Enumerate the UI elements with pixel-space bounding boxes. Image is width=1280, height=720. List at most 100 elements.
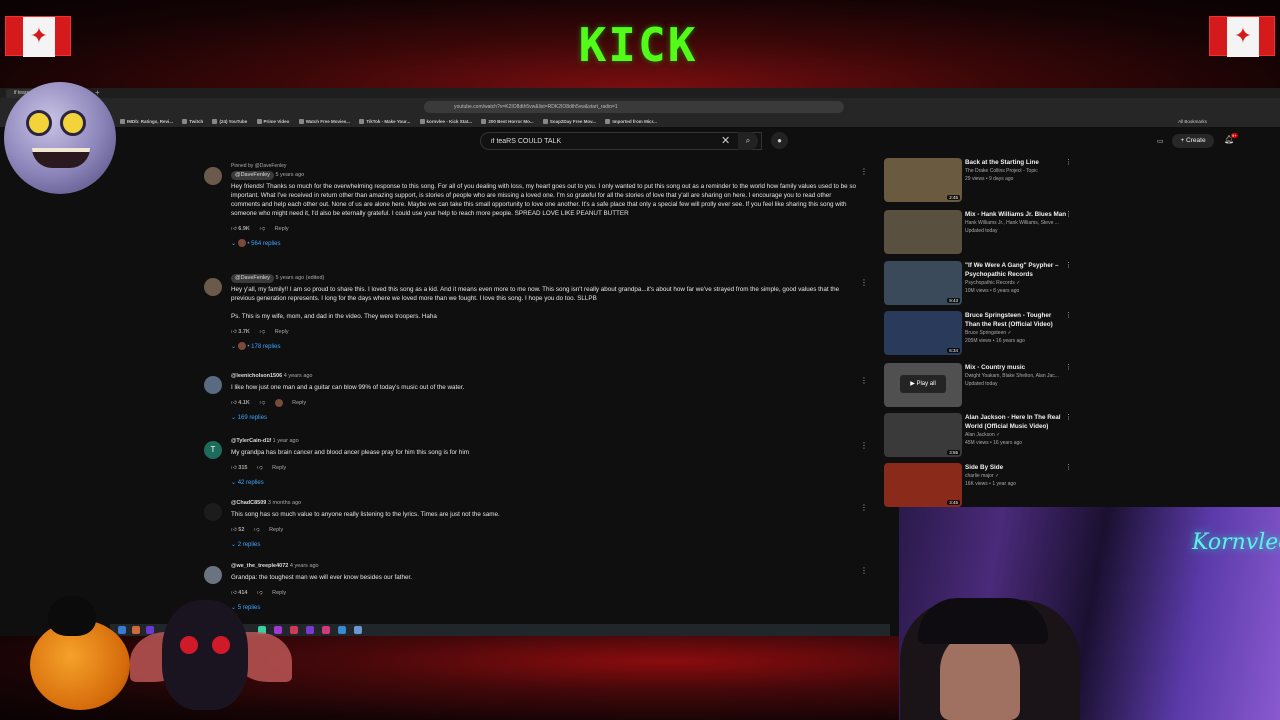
video-menu-icon[interactable]: ⋮ bbox=[1065, 158, 1072, 166]
view-replies-button[interactable]: ⌄ • 178 replies bbox=[231, 342, 856, 352]
view-replies-button[interactable]: ⌄ 5 replies bbox=[231, 603, 856, 613]
like-button[interactable]: 👍︎ 3.7K bbox=[231, 327, 250, 337]
like-button[interactable]: 👍︎ 4.1K bbox=[231, 398, 250, 408]
video-channel[interactable]: The Drake Collins Project - Topic bbox=[965, 167, 1067, 175]
comment-time[interactable]: 4 years ago bbox=[284, 373, 313, 379]
video-title[interactable]: Mix - Hank Williams Jr. Blues Man bbox=[965, 210, 1067, 219]
video-thumbnail[interactable] bbox=[884, 210, 962, 254]
comment-menu-icon[interactable]: ⋮ bbox=[860, 566, 868, 575]
clear-search-icon[interactable]: ✕ bbox=[721, 134, 730, 147]
video-title[interactable]: Side By Side bbox=[965, 463, 1067, 472]
related-video[interactable]: 6:34 Bruce Springsteen - Tougher Than th… bbox=[882, 311, 1077, 357]
avatar[interactable] bbox=[204, 566, 222, 584]
bookmark-item[interactable]: TikTok - Make Your... bbox=[359, 116, 410, 127]
like-button[interactable]: 👍︎ 52 bbox=[231, 525, 244, 535]
comment-time[interactable]: 4 years ago bbox=[290, 563, 319, 569]
view-replies-button[interactable]: ⌄ 42 replies bbox=[231, 478, 856, 488]
like-button[interactable]: 👍︎ 6.9K bbox=[231, 224, 250, 234]
voice-search-button[interactable]: ● bbox=[771, 132, 788, 149]
reply-button[interactable]: Reply bbox=[269, 525, 283, 535]
all-bookmarks-item[interactable]: All Bookmarks bbox=[1178, 116, 1207, 127]
video-channel[interactable]: Dwight Yoakam, Blake Shelton, Alan Jac..… bbox=[965, 372, 1067, 380]
video-thumbnail[interactable]: ▶ Play all bbox=[884, 363, 962, 407]
cast-icon[interactable]: ▭ bbox=[1157, 137, 1164, 145]
video-thumbnail[interactable]: 9:43 bbox=[884, 261, 962, 305]
view-replies-button[interactable]: ⌄ 169 replies bbox=[231, 413, 856, 423]
view-replies-button[interactable]: ⌄ • 564 replies bbox=[231, 239, 856, 249]
like-button[interactable]: 👍︎ 315 bbox=[231, 463, 247, 473]
video-title[interactable]: Bruce Springsteen - Tougher Than the Res… bbox=[965, 311, 1067, 329]
bookmark-item[interactable]: 200 Best Horror Mo... bbox=[481, 116, 534, 127]
comment-time[interactable]: 1 year ago bbox=[273, 438, 299, 444]
video-thumbnail[interactable]: 6:34 bbox=[884, 311, 962, 355]
app-icon[interactable] bbox=[338, 626, 346, 634]
related-video[interactable]: 3:55 Alan Jackson - Here In The Real Wor… bbox=[882, 413, 1077, 459]
app-icon[interactable] bbox=[306, 626, 314, 634]
search-input[interactable] bbox=[491, 135, 711, 148]
video-channel[interactable]: Hank Williams Jr., Hank Williams, Steve … bbox=[965, 219, 1067, 227]
related-video[interactable]: 9:43 "If We Were A Gang" Psypher – Psych… bbox=[882, 261, 1077, 307]
avatar[interactable] bbox=[204, 503, 222, 521]
comment-menu-icon[interactable]: ⋮ bbox=[860, 441, 868, 450]
video-menu-icon[interactable]: ⋮ bbox=[1065, 413, 1072, 421]
comment-author[interactable]: @DaveFenley bbox=[231, 171, 274, 180]
video-menu-icon[interactable]: ⋮ bbox=[1065, 463, 1072, 471]
bookmark-item[interactable]: Watch Free Movies... bbox=[298, 116, 350, 127]
reply-button[interactable]: Reply bbox=[275, 224, 289, 234]
video-title[interactable]: Alan Jackson - Here In The Real World (O… bbox=[965, 413, 1067, 431]
dislike-icon[interactable]: 👎︎ bbox=[259, 398, 265, 408]
related-video[interactable]: ▶ Play all Mix - Country music Dwight Yoa… bbox=[882, 363, 1077, 409]
comment-time[interactable]: 3 months ago bbox=[268, 500, 301, 506]
view-replies-button[interactable]: ⌄ 2 replies bbox=[231, 540, 856, 550]
reply-button[interactable]: Reply bbox=[272, 463, 286, 473]
avatar[interactable] bbox=[204, 376, 222, 394]
comment-author[interactable]: @ChadC8509 bbox=[231, 500, 266, 506]
dislike-icon[interactable]: 👎︎ bbox=[259, 327, 265, 337]
video-menu-icon[interactable]: ⋮ bbox=[1065, 261, 1072, 269]
create-button[interactable]: + Create bbox=[1172, 134, 1214, 148]
play-all-button[interactable]: ▶ Play all bbox=[900, 375, 946, 393]
app-icon[interactable] bbox=[274, 626, 282, 634]
comment-menu-icon[interactable]: ⋮ bbox=[860, 278, 868, 287]
video-channel[interactable]: Bruce Springsteen ✓ bbox=[965, 329, 1067, 337]
dislike-icon[interactable]: 👎︎ bbox=[259, 224, 265, 234]
url-field[interactable]: youtube.com/watch?v=K2IO8dth5vw&list=RDK… bbox=[424, 101, 844, 113]
comment-author[interactable]: @leenicholson1506 bbox=[231, 373, 282, 379]
app-icon[interactable] bbox=[118, 626, 126, 634]
dislike-icon[interactable]: 👎︎ bbox=[254, 525, 260, 535]
app-icon[interactable] bbox=[354, 626, 362, 634]
related-video[interactable]: 2:45 Back at the Starting Line The Drake … bbox=[882, 158, 1077, 204]
video-channel[interactable]: Alan Jackson ✓ bbox=[965, 431, 1067, 439]
dislike-icon[interactable]: 👎︎ bbox=[257, 463, 263, 473]
bookmark-item[interactable]: Imported from Micr... bbox=[605, 116, 657, 127]
avatar[interactable] bbox=[204, 278, 222, 296]
comment-menu-icon[interactable]: ⋮ bbox=[860, 376, 868, 385]
app-icon[interactable] bbox=[322, 626, 330, 634]
video-menu-icon[interactable]: ⋮ bbox=[1065, 363, 1072, 371]
comment-author[interactable]: @TylerCain-d1f bbox=[231, 438, 271, 444]
bookmark-item[interactable]: Soap2Day Free Mov... bbox=[542, 116, 596, 127]
like-button[interactable]: 👍︎ 414 bbox=[231, 588, 247, 598]
video-title[interactable]: "If We Were A Gang" Psypher – Psychopath… bbox=[965, 261, 1067, 279]
bookmark-item[interactable]: (24) YouTube bbox=[212, 116, 247, 127]
video-title[interactable]: Mix - Country music bbox=[965, 363, 1067, 372]
search-button[interactable]: ⌕ bbox=[738, 132, 758, 150]
video-thumbnail[interactable]: 3:55 bbox=[884, 413, 962, 457]
video-thumbnail[interactable]: 3:45 bbox=[884, 463, 962, 507]
related-video[interactable]: Mix - Hank Williams Jr. Blues Man Hank Wi… bbox=[882, 210, 1077, 256]
video-channel[interactable]: charlie major ✓ bbox=[965, 472, 1067, 480]
reply-button[interactable]: Reply bbox=[272, 588, 286, 598]
comment-time[interactable]: 5 years ago (edited) bbox=[275, 275, 324, 281]
related-video[interactable]: 3:45 Side By Side charlie major ✓ 16K view… bbox=[882, 463, 1077, 509]
app-icon[interactable] bbox=[132, 626, 140, 634]
avatar[interactable] bbox=[204, 167, 222, 185]
comment-time[interactable]: 5 years ago bbox=[275, 172, 304, 178]
video-title[interactable]: Back at the Starting Line bbox=[965, 158, 1067, 167]
app-icon[interactable] bbox=[290, 626, 298, 634]
dislike-icon[interactable]: 👎︎ bbox=[257, 588, 263, 598]
video-thumbnail[interactable]: 2:45 bbox=[884, 158, 962, 202]
video-menu-icon[interactable]: ⋮ bbox=[1065, 311, 1072, 319]
reply-button[interactable]: Reply bbox=[275, 327, 289, 337]
avatar[interactable]: T bbox=[204, 441, 222, 459]
bookmark-item[interactable]: Twitch bbox=[182, 116, 203, 127]
